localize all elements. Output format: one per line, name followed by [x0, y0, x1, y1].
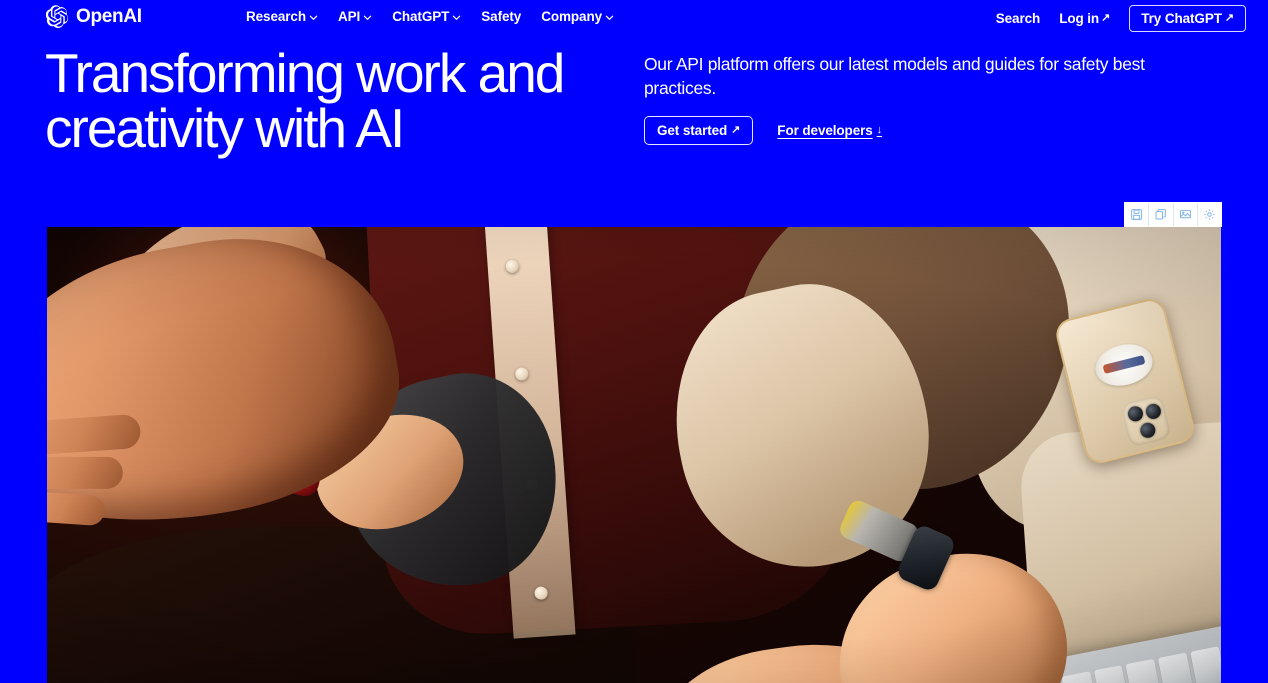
- save-button[interactable]: [1125, 203, 1150, 226]
- nav-item-label: Research: [246, 9, 306, 24]
- nav-item-chatgpt[interactable]: ChatGPT: [392, 9, 461, 24]
- arrow-up-right-icon: ↗: [1101, 12, 1111, 24]
- page-title: Transforming work and creativity with AI: [45, 42, 565, 159]
- search-label: Search: [995, 11, 1041, 26]
- nav-item-label: Safety: [481, 9, 522, 24]
- try-chatgpt-button[interactable]: Try ChatGPT ↗: [1129, 5, 1246, 32]
- openai-logo-link[interactable]: OpenAI: [46, 5, 142, 28]
- top-navigation-bar: OpenAI Research API ChatGPT Safety Compa…: [0, 0, 1268, 34]
- nav-item-company[interactable]: Company: [541, 9, 614, 24]
- photo-finger: [47, 413, 142, 459]
- photo-finger: [47, 456, 123, 489]
- hero-right-column: Our API platform offers our latest model…: [644, 52, 1224, 146]
- nav-menu: Research API ChatGPT Safety Company: [246, 9, 614, 24]
- photo-key: [1125, 658, 1161, 683]
- image-button[interactable]: [1173, 203, 1198, 226]
- try-chatgpt-label: Try ChatGPT: [1141, 11, 1222, 26]
- image-icon: [1179, 208, 1192, 221]
- photo-shirt-button: [505, 259, 520, 274]
- photo-key: [1190, 646, 1221, 683]
- chevron-down-icon: [605, 13, 614, 22]
- chevron-down-icon: [309, 13, 318, 22]
- hero-image: [47, 227, 1221, 683]
- nav-item-label: Company: [541, 9, 603, 24]
- login-label: Log in: [1059, 11, 1100, 26]
- photo-key: [1093, 665, 1129, 683]
- photo-camera-lens: [1138, 421, 1157, 440]
- hero-cta-group: Get started ↗ For developers ↓: [644, 116, 1224, 146]
- arrow-up-right-icon: ↗: [731, 124, 741, 137]
- arrow-up-right-icon: ↗: [1224, 12, 1234, 24]
- for-developers-link[interactable]: For developers ↓: [777, 123, 882, 138]
- openai-homepage: OpenAI Research API ChatGPT Safety Compa…: [0, 0, 1268, 683]
- save-icon: [1130, 208, 1143, 221]
- arrow-down-icon: ↓: [876, 124, 883, 137]
- photo-camera-lens: [1126, 404, 1145, 423]
- for-developers-label: For developers: [777, 123, 873, 139]
- settings-gear-icon: [1203, 208, 1216, 221]
- get-started-label: Get started: [657, 123, 728, 139]
- openai-blossom-icon: [46, 5, 69, 28]
- image-toolbar: [1124, 202, 1222, 227]
- nav-item-research[interactable]: Research: [246, 9, 318, 24]
- copy-button[interactable]: [1149, 203, 1174, 226]
- photo-shirt-button: [514, 367, 529, 381]
- chevron-down-icon: [363, 13, 372, 22]
- nav-item-label: API: [338, 9, 361, 24]
- search-button[interactable]: Search: [995, 11, 1041, 26]
- brand-name: OpenAI: [76, 5, 142, 27]
- photo-camera-lens: [1144, 402, 1163, 421]
- nav-actions: Search Log in ↗ Try ChatGPT ↗: [996, 5, 1246, 32]
- copy-icon: [1154, 208, 1167, 221]
- photo-key: [1157, 652, 1193, 683]
- nav-item-safety[interactable]: Safety: [481, 9, 521, 24]
- chevron-down-icon: [452, 13, 461, 22]
- get-started-button[interactable]: Get started ↗: [644, 116, 754, 146]
- nav-item-label: ChatGPT: [392, 9, 450, 24]
- photo-finger: [47, 488, 106, 527]
- photo-shirt-button: [534, 586, 549, 601]
- settings-button[interactable]: [1197, 203, 1221, 226]
- hero-subtitle: Our API platform offers our latest model…: [644, 54, 1145, 99]
- login-link[interactable]: Log in ↗: [1059, 11, 1110, 26]
- nav-item-api[interactable]: API: [338, 9, 372, 24]
- photo-key: [1061, 671, 1097, 683]
